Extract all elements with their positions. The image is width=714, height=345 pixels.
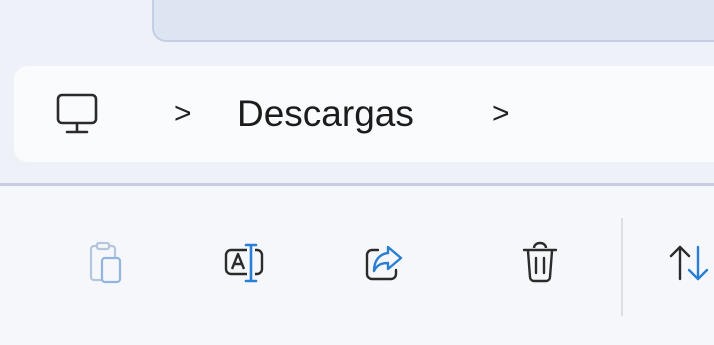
toolbar-separator <box>621 218 623 316</box>
share-button[interactable] <box>360 240 408 290</box>
search-box[interactable] <box>152 0 714 42</box>
address-area: > Descargas > <box>0 0 714 186</box>
breadcrumb-item-descargas[interactable]: Descargas <box>237 95 414 132</box>
delete-button[interactable] <box>516 240 564 290</box>
sort-icon <box>666 241 710 290</box>
address-bar[interactable]: > Descargas > <box>14 66 714 162</box>
rename-icon <box>222 240 270 291</box>
breadcrumb-separator-trailing[interactable]: > <box>492 99 510 129</box>
paste-button[interactable] <box>82 240 130 290</box>
paste-icon <box>88 241 124 290</box>
command-bar <box>0 186 714 345</box>
share-icon <box>362 241 406 290</box>
rename-button[interactable] <box>222 240 270 290</box>
trash-icon <box>520 240 560 291</box>
breadcrumb-separator[interactable]: > <box>174 99 192 129</box>
sort-button[interactable] <box>664 240 712 290</box>
computer-icon[interactable] <box>54 92 106 138</box>
